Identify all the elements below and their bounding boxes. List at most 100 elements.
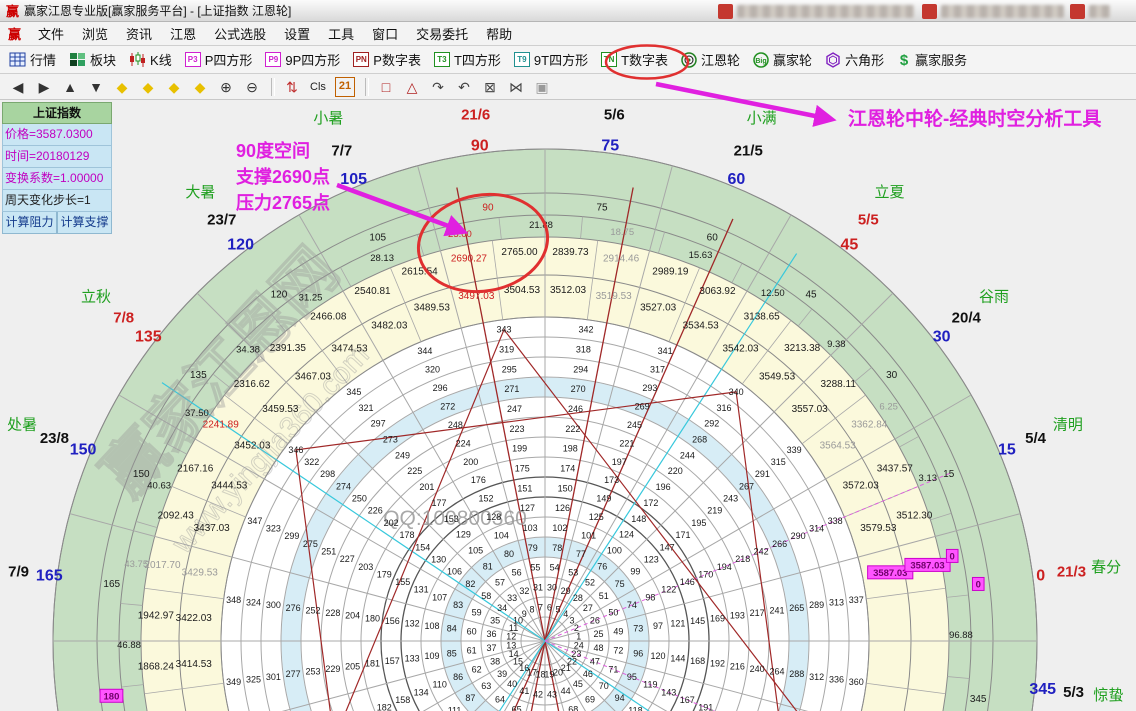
svg-text:177: 177 bbox=[432, 498, 447, 508]
toolbar-button-T数字表[interactable]: TNT数字表 bbox=[598, 49, 671, 70]
toolbar-label: T四方形 bbox=[454, 50, 501, 69]
info-row: 价格=3587.0300 bbox=[2, 124, 112, 146]
svg-text:84: 84 bbox=[447, 624, 457, 634]
svg-text:15: 15 bbox=[998, 442, 1016, 459]
svg-text:345: 345 bbox=[970, 694, 987, 705]
svg-text:345: 345 bbox=[1029, 681, 1056, 698]
svg-text:144: 144 bbox=[670, 653, 685, 663]
svg-text:241: 241 bbox=[769, 605, 784, 615]
svg-text:98: 98 bbox=[645, 592, 655, 602]
svg-text:春分: 春分 bbox=[1091, 559, 1121, 576]
svg-text:63: 63 bbox=[481, 681, 491, 691]
menu-item-工具[interactable]: 工具 bbox=[319, 22, 363, 45]
svg-text:3474.53: 3474.53 bbox=[331, 343, 368, 354]
svg-text:121: 121 bbox=[670, 619, 685, 629]
menu-item-设置[interactable]: 设置 bbox=[275, 22, 319, 45]
step-left-icon[interactable]: ◆ bbox=[110, 76, 134, 98]
updown-icon[interactable]: ⇅ bbox=[280, 76, 304, 98]
svg-text:109: 109 bbox=[424, 651, 439, 661]
triangle-tool-icon[interactable]: △ bbox=[400, 76, 424, 98]
svg-text:18.75: 18.75 bbox=[610, 227, 634, 238]
svg-text:3572.03: 3572.03 bbox=[843, 480, 880, 491]
step-up-icon[interactable]: ◆ bbox=[162, 76, 186, 98]
svg-text:196: 196 bbox=[656, 482, 671, 492]
rotate-ccw-icon[interactable]: ↷ bbox=[426, 76, 450, 98]
svg-text:314: 314 bbox=[809, 523, 824, 533]
svg-text:100: 100 bbox=[607, 546, 622, 556]
toolbar-button-T四方形[interactable]: T3T四方形 bbox=[431, 49, 504, 70]
toolbar-button-P四方形[interactable]: P3P四方形 bbox=[182, 49, 256, 70]
svg-text:173: 173 bbox=[604, 475, 619, 485]
svg-text:95: 95 bbox=[627, 672, 637, 682]
svg-text:2765.00: 2765.00 bbox=[501, 247, 538, 258]
button-计算支撑[interactable]: 计算支撑 bbox=[57, 212, 112, 234]
svg-text:85: 85 bbox=[447, 648, 457, 658]
svg-text:152: 152 bbox=[479, 494, 494, 504]
zoom-in-icon[interactable]: ⊕ bbox=[214, 76, 238, 98]
index-name: 上证指数 bbox=[2, 102, 112, 124]
svg-text:3489.53: 3489.53 bbox=[414, 303, 451, 314]
svg-text:谷雨: 谷雨 bbox=[979, 288, 1009, 305]
svg-text:202: 202 bbox=[384, 518, 399, 528]
menu-item-江恩[interactable]: 江恩 bbox=[161, 22, 205, 45]
button-计算阻力[interactable]: 计算阻力 bbox=[2, 212, 57, 234]
svg-text:2540.81: 2540.81 bbox=[354, 286, 391, 297]
toolbar-button-K线[interactable]: K线 bbox=[126, 49, 175, 70]
svg-text:227: 227 bbox=[340, 554, 355, 564]
svg-text:2092.43: 2092.43 bbox=[158, 511, 195, 522]
menu-item-帮助[interactable]: 帮助 bbox=[477, 22, 521, 45]
screen-icon[interactable]: ▣ bbox=[530, 76, 554, 98]
compress-icon[interactable]: ⋈ bbox=[504, 76, 528, 98]
svg-text:194: 194 bbox=[717, 562, 732, 572]
svg-text:65: 65 bbox=[512, 704, 522, 711]
menu-item-交易委托[interactable]: 交易委托 bbox=[407, 22, 477, 45]
menu-item-资讯[interactable]: 资讯 bbox=[117, 22, 161, 45]
toolbar-button-赢家轮[interactable]: Big赢家轮 bbox=[750, 49, 815, 70]
toolbar-label: 六角形 bbox=[845, 50, 884, 69]
menu-item-窗口[interactable]: 窗口 bbox=[363, 22, 407, 45]
svg-text:105: 105 bbox=[468, 546, 483, 556]
toolbar-label: 行情 bbox=[30, 50, 56, 69]
step-down-icon[interactable]: ◆ bbox=[188, 76, 212, 98]
toolbar-button-P数字表[interactable]: PNP数字表 bbox=[350, 49, 424, 70]
toolbar-button-江恩轮[interactable]: 江恩轮 bbox=[678, 49, 743, 70]
svg-text:225: 225 bbox=[407, 466, 422, 476]
toolbar-label: 板块 bbox=[90, 50, 116, 69]
svg-text:30: 30 bbox=[886, 370, 898, 381]
svg-text:3213.38: 3213.38 bbox=[784, 343, 821, 354]
square-tool-icon[interactable]: □ bbox=[374, 76, 398, 98]
calendar-icon[interactable]: 21 bbox=[335, 77, 355, 97]
svg-text:106: 106 bbox=[447, 567, 462, 577]
svg-text:145: 145 bbox=[690, 616, 705, 626]
svg-text:42: 42 bbox=[533, 690, 543, 700]
toolbar-button-赢家服务[interactable]: $赢家服务 bbox=[894, 49, 970, 70]
menu-item-公式选股[interactable]: 公式选股 bbox=[205, 22, 275, 45]
svg-text:2690.27: 2690.27 bbox=[451, 253, 488, 264]
toolbar-button-9P四方形[interactable]: P99P四方形 bbox=[262, 49, 343, 70]
toolbar-button-9T四方形[interactable]: T99T四方形 bbox=[511, 49, 591, 70]
svg-text:45: 45 bbox=[840, 236, 858, 253]
nav-last-icon[interactable]: ▶ bbox=[32, 76, 56, 98]
step-right-icon[interactable]: ◆ bbox=[136, 76, 160, 98]
svg-text:157: 157 bbox=[385, 656, 400, 666]
info-row: 周天变化步长=1 bbox=[2, 190, 112, 212]
svg-text:249: 249 bbox=[395, 450, 410, 460]
zoom-out-icon[interactable]: ⊖ bbox=[240, 76, 264, 98]
nav-down-icon[interactable]: ▼ bbox=[84, 76, 108, 98]
svg-text:347: 347 bbox=[247, 516, 262, 526]
svg-text:336: 336 bbox=[829, 674, 844, 684]
cls-icon[interactable]: Cls bbox=[306, 76, 330, 98]
svg-text:242: 242 bbox=[754, 546, 769, 556]
toolbar-button-板块[interactable]: 板块 bbox=[66, 49, 119, 70]
nav-up-icon[interactable]: ▲ bbox=[58, 76, 82, 98]
menu-item-浏览[interactable]: 浏览 bbox=[73, 22, 117, 45]
expand-icon[interactable]: ⊠ bbox=[478, 76, 502, 98]
rotate-cw-icon[interactable]: ↶ bbox=[452, 76, 476, 98]
menu-item-文件[interactable]: 文件 bbox=[29, 22, 73, 45]
svg-text:125: 125 bbox=[589, 512, 604, 522]
gann-wheel-chart[interactable]: 赢家江恩网www.yingjia360.comQQ:10080036012345… bbox=[0, 100, 1136, 711]
toolbar-button-六角形[interactable]: 六角形 bbox=[822, 49, 887, 70]
svg-text:199: 199 bbox=[512, 444, 527, 454]
toolbar-button-行情[interactable]: 行情 bbox=[6, 49, 59, 70]
nav-first-icon[interactable]: ◀ bbox=[6, 76, 30, 98]
